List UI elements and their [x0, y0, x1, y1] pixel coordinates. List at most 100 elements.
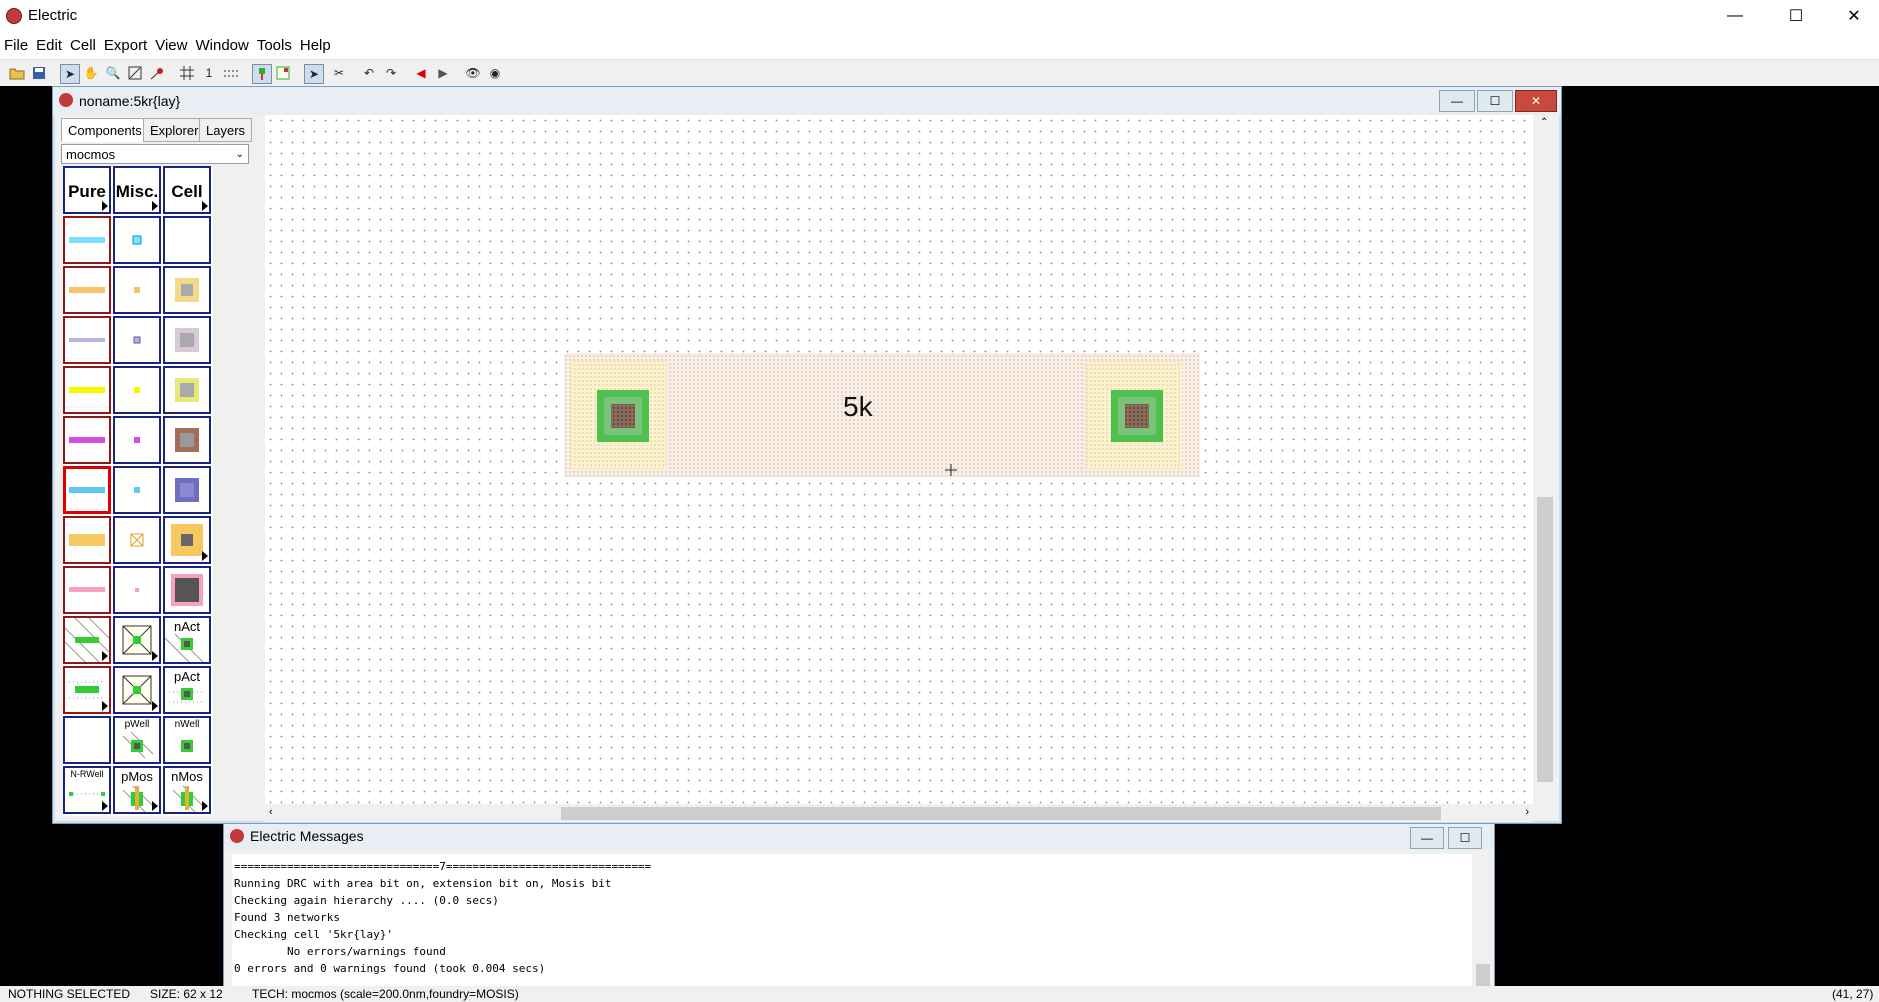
message-line: Running DRC with area bit on, extension …	[234, 877, 612, 890]
palette-arc-metal1[interactable]	[63, 216, 111, 264]
message-line: No errors/warnings found	[234, 945, 446, 958]
palette-pin-metal1[interactable]	[113, 216, 161, 264]
menu-export[interactable]: Export	[100, 31, 151, 54]
back-arrow-icon[interactable]: ◀	[412, 64, 430, 82]
palette-pin-poly[interactable]	[113, 266, 161, 314]
scroll-up-icon[interactable]: ⌃	[1540, 117, 1548, 128]
undo-icon[interactable]: ↶	[360, 64, 378, 82]
palette-contact-metal3[interactable]	[163, 366, 211, 414]
palette-contact-metal6[interactable]	[163, 516, 211, 564]
palette-pin-metal5[interactable]	[113, 466, 161, 514]
menu-tools[interactable]: Tools	[253, 31, 296, 54]
layout-canvas[interactable]: 5k	[265, 115, 1533, 804]
unexpand-icon[interactable]: ◉	[486, 64, 504, 82]
palette-arc-metal3[interactable]	[63, 366, 111, 414]
menu-edit[interactable]: Edit	[32, 31, 66, 54]
palette-arc-metal2[interactable]	[63, 316, 111, 364]
palette-pin-metal6[interactable]	[113, 516, 161, 564]
schematic-mode-icon[interactable]	[274, 64, 292, 82]
cut-icon[interactable]: ✂	[330, 64, 348, 82]
tab-components[interactable]: Components	[61, 118, 149, 142]
palette-pin-metal4[interactable]	[113, 416, 161, 464]
message-line: Found 3 networks	[234, 911, 340, 924]
edit-window-title-bar[interactable]: noname:5kr{lay} — ☐ ✕	[53, 87, 1561, 115]
close-icon[interactable]: ✕	[1831, 0, 1877, 31]
palette-arc-n-active[interactable]	[63, 616, 111, 664]
palette-nwell-node[interactable]: nWell	[163, 716, 211, 764]
palette-pwell-node[interactable]: pWell	[113, 716, 161, 764]
status-selection: NOTHING SELECTED	[8, 987, 131, 1001]
full-select-icon[interactable]: ➤	[304, 64, 324, 84]
palette-arc-metal5-selected[interactable]	[63, 466, 111, 514]
resistor-layout	[564, 353, 1200, 477]
palette-nmos-transistor[interactable]: nMos	[163, 766, 211, 814]
palette-arc-metal6[interactable]	[63, 516, 111, 564]
layout-mode-icon[interactable]	[252, 64, 272, 84]
palette-pin-active[interactable]	[113, 566, 161, 614]
vertical-scroll-thumb[interactable]	[1537, 497, 1553, 782]
app-title: Electric	[28, 7, 78, 24]
palette-contact-metal2[interactable]	[163, 316, 211, 364]
palette-header-pure[interactable]: Pure	[63, 166, 111, 214]
palette-nact-well-contact[interactable]: nAct	[163, 616, 211, 664]
palette-nrwell-node[interactable]: N-RWell	[63, 766, 111, 814]
messages-scrollbar[interactable]	[1474, 854, 1492, 994]
palette-empty-2	[63, 716, 111, 764]
palette-pin-metal3[interactable]	[113, 366, 161, 414]
horizontal-scroll-thumb[interactable]	[561, 807, 1441, 820]
palette-pin-metal2[interactable]	[113, 316, 161, 364]
outline-edit-icon[interactable]	[126, 64, 144, 82]
grid-size-value[interactable]: 1	[200, 64, 218, 82]
save-icon[interactable]	[30, 64, 48, 82]
maximize-icon[interactable]: ☐	[1773, 0, 1819, 31]
close-icon[interactable]: ✕	[1515, 90, 1557, 112]
palette-node-pure-layer-2[interactable]	[113, 666, 161, 714]
palette-contact-metal4[interactable]	[163, 416, 211, 464]
title-bar: Electric — ☐ ✕	[0, 0, 1879, 31]
status-technology: TECH: mocmos (scale=200.0nm,foundry=MOSI…	[252, 987, 519, 1001]
open-folder-icon[interactable]	[8, 64, 26, 82]
minimize-icon[interactable]: —	[1712, 0, 1758, 31]
select-arrow-icon[interactable]: ➤	[60, 64, 80, 84]
palette-header-cell[interactable]: Cell	[163, 166, 211, 214]
edit-window: noname:5kr{lay} — ☐ ✕ Components Explore…	[52, 86, 1562, 824]
expand-icon[interactable]: 👁	[464, 64, 482, 82]
menu-window[interactable]: Window	[191, 31, 252, 54]
pan-hand-icon[interactable]: ✋	[82, 64, 100, 82]
messages-text-area[interactable]: ===============================7========…	[232, 854, 1472, 994]
palette-contact-poly[interactable]	[163, 266, 211, 314]
technology-select[interactable]: mocmos ⌄	[61, 144, 249, 164]
edit-window-title: noname:5kr{lay}	[79, 93, 181, 109]
message-line: ===============================7========…	[234, 860, 652, 873]
tab-explorer[interactable]: Explorer	[143, 118, 206, 142]
measure-icon[interactable]	[148, 64, 166, 82]
grid-dots-icon[interactable]	[222, 64, 240, 82]
redo-icon[interactable]: ↷	[382, 64, 400, 82]
palette-arc-poly[interactable]	[63, 266, 111, 314]
maximize-icon[interactable]: ☐	[1448, 827, 1482, 849]
tab-layers[interactable]: Layers	[199, 118, 253, 142]
menu-view[interactable]: View	[151, 31, 191, 54]
palette-arc-metal4[interactable]	[63, 416, 111, 464]
messages-title-bar[interactable]: Electric Messages — ☐	[224, 824, 1494, 850]
scroll-right-icon[interactable]: ›	[1525, 806, 1529, 818]
zoom-icon[interactable]: 🔍	[104, 64, 122, 82]
technology-select-value: mocmos	[66, 146, 116, 162]
menu-help[interactable]: Help	[296, 31, 335, 54]
minimize-icon[interactable]: —	[1410, 827, 1444, 849]
minimize-icon[interactable]: —	[1439, 90, 1475, 112]
grid-icon[interactable]	[178, 64, 196, 82]
maximize-icon[interactable]: ☐	[1477, 90, 1513, 112]
menu-file[interactable]: File	[0, 31, 32, 54]
palette-node-pure-layer[interactable]	[113, 616, 161, 664]
scroll-left-icon[interactable]: ‹	[269, 806, 273, 818]
palette-arc-p-active[interactable]	[63, 666, 111, 714]
menu-cell[interactable]: Cell	[66, 31, 100, 54]
palette-header-misc[interactable]: Misc.	[113, 166, 161, 214]
palette-contact-active[interactable]	[163, 566, 211, 614]
palette-pmos-transistor[interactable]: pMos	[113, 766, 161, 814]
palette-contact-metal5[interactable]	[163, 466, 211, 514]
palette-pact-well-contact[interactable]: pAct	[163, 666, 211, 714]
palette-arc-active[interactable]	[63, 566, 111, 614]
forward-arrow-icon[interactable]: ▶	[434, 64, 452, 82]
